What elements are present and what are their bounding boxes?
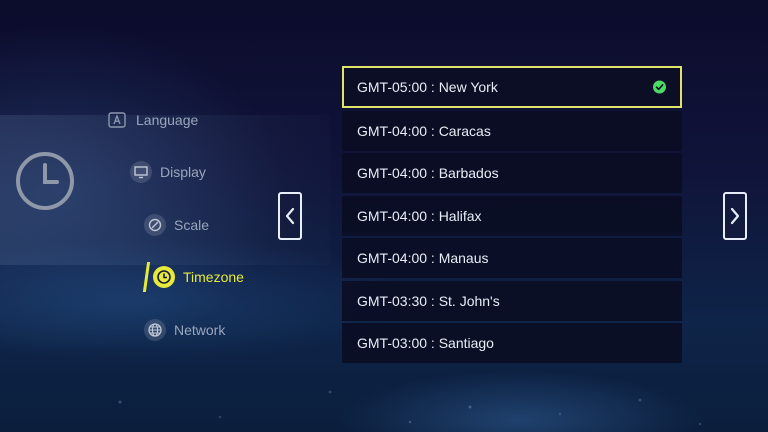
menu-item-network[interactable]: Network xyxy=(144,319,225,341)
timezone-label: GMT-03:30 : St. John's xyxy=(357,292,500,309)
timezone-option-santiago[interactable]: GMT-03:00 : Santiago xyxy=(342,323,682,363)
timezone-label: GMT-04:00 : Halifax xyxy=(357,207,482,224)
timezone-option-new-york[interactable]: GMT-05:00 : New York xyxy=(342,66,682,108)
timezone-label: GMT-04:00 : Barbados xyxy=(357,165,499,181)
timezone-label: GMT-04:00 : Caracas xyxy=(357,122,491,139)
network-icon xyxy=(144,319,166,341)
timezone-option-st-johns[interactable]: GMT-03:30 : St. John's xyxy=(342,280,682,321)
timezone-label: GMT-04:00 : Manaus xyxy=(357,250,489,266)
timezone-list: GMT-05:00 : New York GMT-04:00 : Caracas… xyxy=(342,66,682,366)
timezone-option-caracas[interactable]: GMT-04:00 : Caracas xyxy=(342,110,682,151)
menu-item-label: Network xyxy=(174,322,226,338)
menu-item-label: Scale xyxy=(174,217,210,233)
clock-icon xyxy=(153,266,175,288)
menu-item-scale[interactable]: Scale xyxy=(144,214,209,236)
timezone-option-manaus[interactable]: GMT-04:00 : Manaus xyxy=(342,238,682,278)
timezone-option-halifax[interactable]: GMT-04:00 : Halifax xyxy=(342,195,682,236)
timezone-label: GMT-03:00 : Santiago xyxy=(357,335,494,351)
clock-icon xyxy=(14,150,76,212)
menu-item-language[interactable]: Language xyxy=(106,109,198,131)
timezone-label: GMT-05:00 : New York xyxy=(357,79,498,95)
scale-icon xyxy=(144,214,166,236)
background-sparkles xyxy=(0,362,768,432)
next-button[interactable] xyxy=(723,192,747,240)
menu-item-label: Timezone xyxy=(183,269,244,285)
previous-button[interactable] xyxy=(278,192,302,240)
check-circle-icon xyxy=(653,80,666,94)
menu-item-display[interactable]: Display xyxy=(130,161,206,183)
timezone-option-barbados[interactable]: GMT-04:00 : Barbados xyxy=(342,153,682,193)
menu-item-label: Language xyxy=(136,112,199,128)
timezone-settings-screen: Language Display Scale Timezone Network … xyxy=(0,0,768,432)
display-icon xyxy=(130,161,152,183)
chevron-left-icon xyxy=(285,207,295,225)
language-icon xyxy=(106,109,128,131)
menu-item-label: Display xyxy=(160,164,206,180)
chevron-right-icon xyxy=(730,207,740,225)
active-indicator xyxy=(142,262,151,292)
menu-item-timezone[interactable]: Timezone xyxy=(142,262,244,292)
